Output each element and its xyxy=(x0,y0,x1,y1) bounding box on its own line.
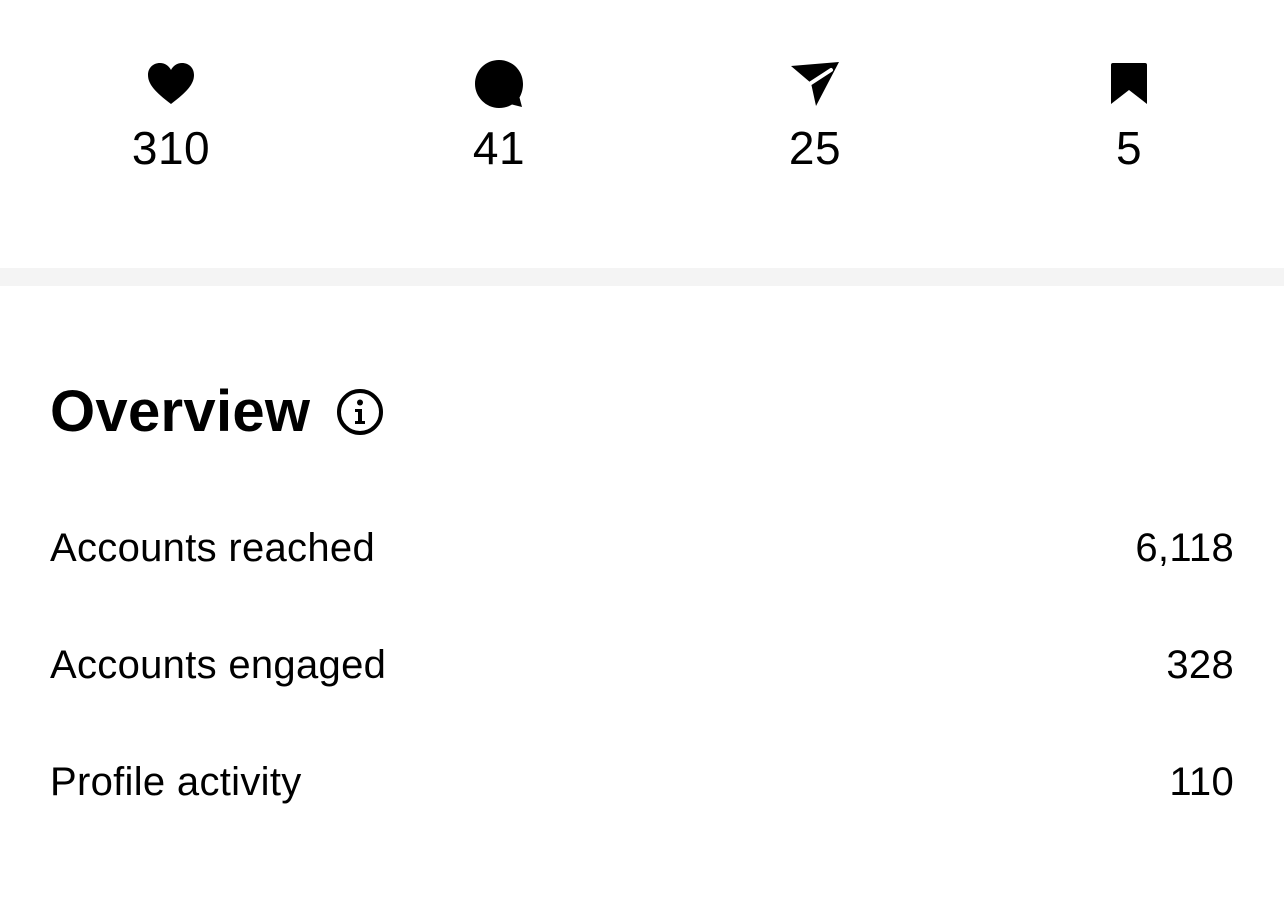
interaction-stats-row: 310 41 25 5 xyxy=(0,0,1284,268)
metric-row-profile-activity[interactable]: Profile activity 110 xyxy=(50,754,1234,810)
bookmark-icon xyxy=(1103,58,1155,110)
metric-label: Profile activity xyxy=(50,760,302,804)
metric-row-accounts-engaged[interactable]: Accounts engaged 328 xyxy=(50,637,1234,693)
section-divider xyxy=(0,268,1284,286)
heart-icon xyxy=(145,58,197,110)
metric-value: 6,118 xyxy=(1135,526,1234,570)
metric-label: Accounts engaged xyxy=(50,643,387,687)
comments-count: 41 xyxy=(472,122,526,174)
metric-value: 110 xyxy=(1169,760,1234,804)
overview-title: Overview xyxy=(50,379,311,444)
share-icon xyxy=(789,58,841,110)
stat-saves[interactable]: 5 xyxy=(1019,58,1239,176)
metric-value: 328 xyxy=(1166,643,1234,687)
likes-count: 310 xyxy=(131,122,211,174)
stat-shares[interactable]: 25 xyxy=(705,58,925,176)
metric-row-accounts-reached[interactable]: Accounts reached 6,118 xyxy=(50,520,1234,576)
info-icon[interactable] xyxy=(336,388,384,436)
saves-count: 5 xyxy=(1115,122,1143,174)
stat-comments[interactable]: 41 xyxy=(389,58,609,176)
shares-count: 25 xyxy=(788,122,842,174)
overview-section: Overview Accounts reached 6,118 Accounts… xyxy=(0,286,1284,904)
metric-label: Accounts reached xyxy=(50,526,375,570)
comment-icon xyxy=(473,58,525,110)
overview-header: Overview xyxy=(50,380,384,444)
stat-likes[interactable]: 310 xyxy=(61,58,281,176)
